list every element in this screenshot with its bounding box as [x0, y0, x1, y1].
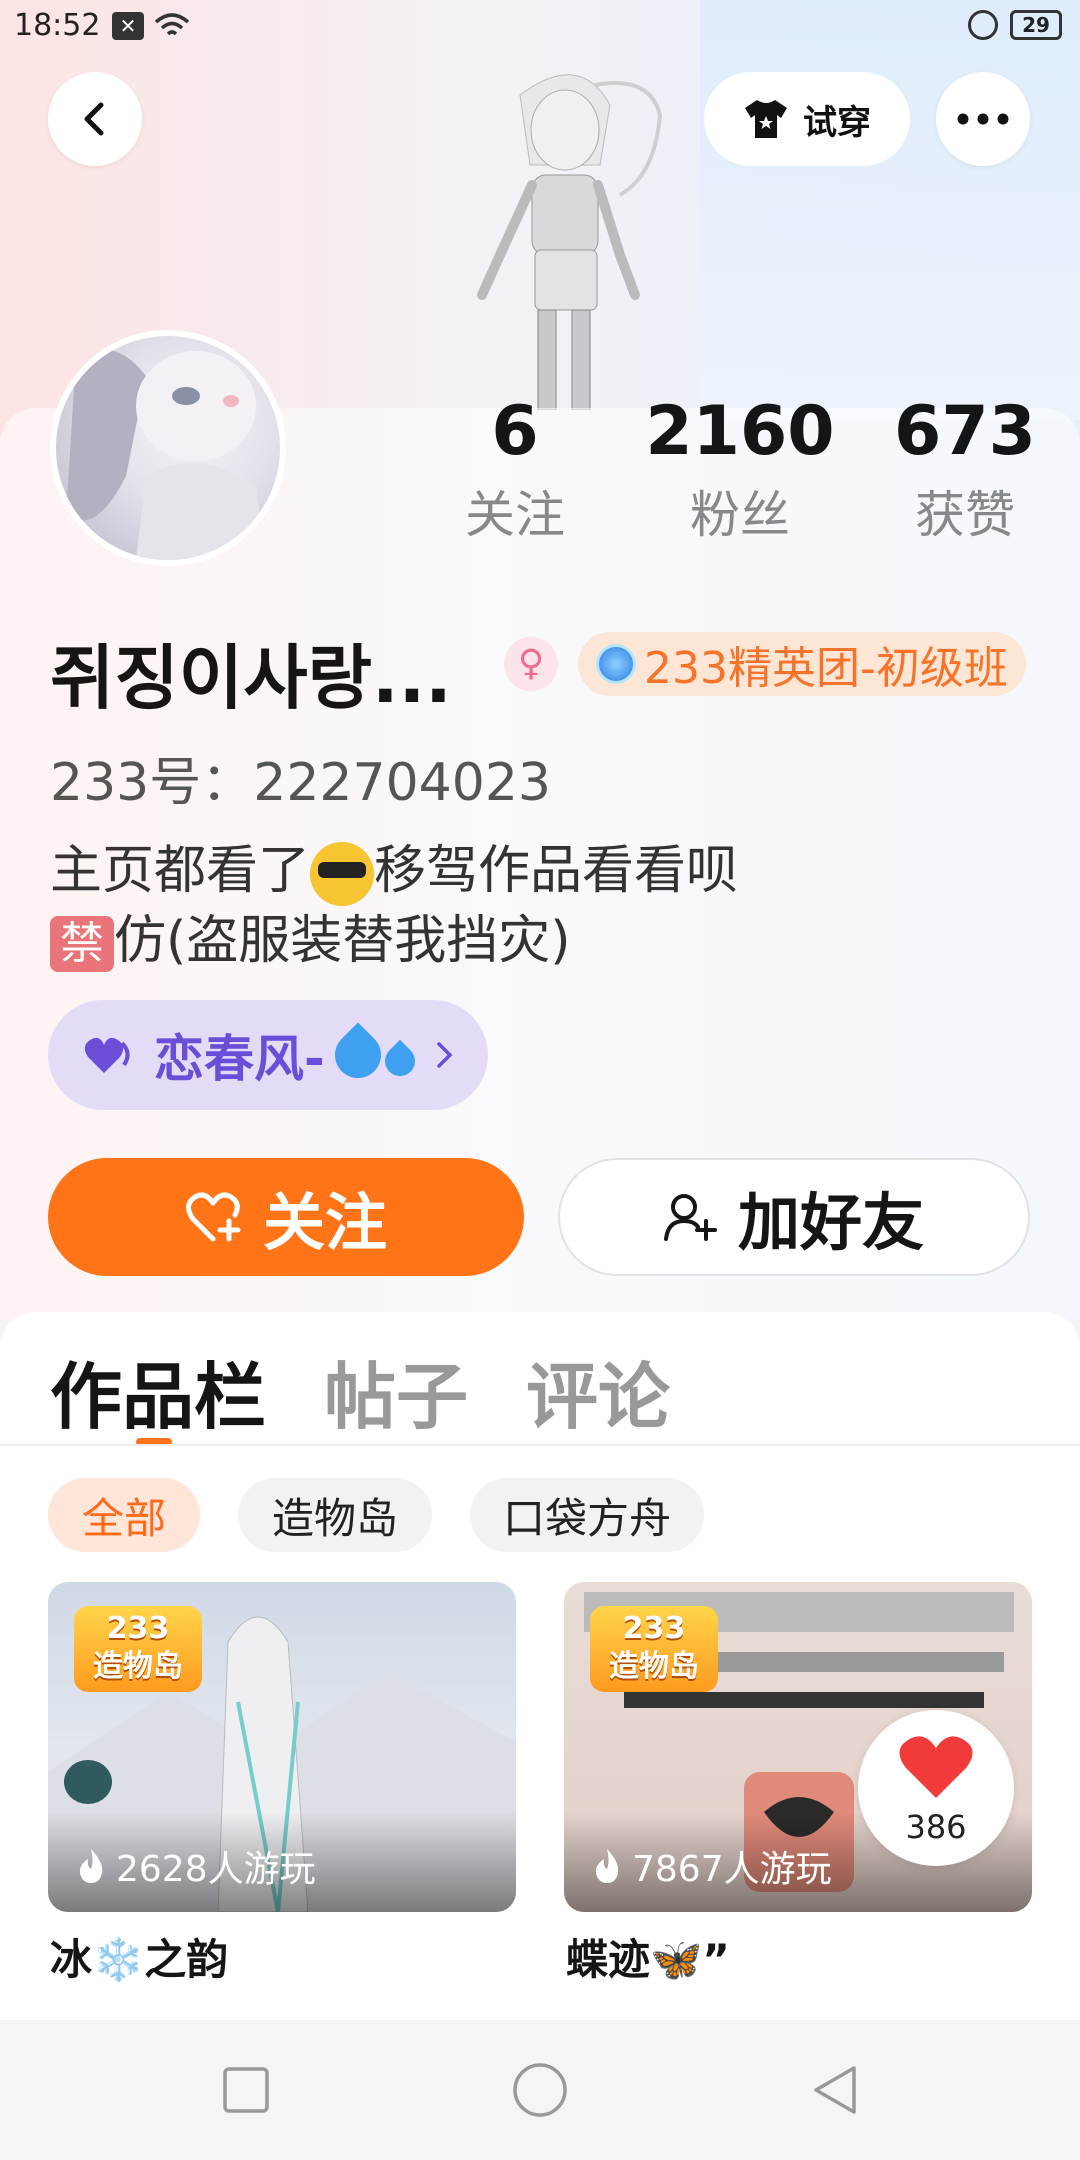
filter-pocket-ark[interactable]: 口袋方舟	[470, 1478, 704, 1552]
music-chip-label: 恋春风-	[154, 1030, 325, 1088]
like-count: 386	[905, 1808, 967, 1846]
music-chip[interactable]: 恋春风-	[48, 1000, 488, 1110]
heart-music-icon	[84, 1037, 130, 1073]
sunglasses-emoji-icon	[310, 842, 375, 906]
shirt-icon	[745, 100, 787, 138]
username: 쥐징이사랑...	[50, 637, 452, 719]
flame-icon	[595, 1849, 619, 1883]
stat-following[interactable]: 6 关注	[440, 392, 590, 544]
fans-label: 粉丝	[690, 486, 790, 544]
forbidden-emoji-icon: 禁	[50, 916, 114, 972]
tab-posts[interactable]: 帖子	[324, 1338, 468, 1443]
status-bar: 18:52 ✕ 29	[0, 0, 1080, 56]
gem-icon	[596, 644, 636, 684]
stat-fans[interactable]: 2160 粉丝	[640, 392, 840, 544]
user-id: 233号：222704023	[50, 753, 552, 813]
add-user-icon	[663, 1194, 717, 1241]
filter-creation-island[interactable]: 造物岛	[238, 1478, 432, 1552]
wifi-icon	[154, 13, 190, 36]
title-badge-label: 233精英团-初级班	[644, 643, 1008, 694]
status-time: 18:52	[14, 8, 101, 43]
tab-works[interactable]: 作品栏	[50, 1338, 266, 1443]
back-nav-button[interactable]	[810, 2064, 858, 2116]
status-right: 29	[968, 10, 1062, 40]
follow-button[interactable]: 关注	[48, 1158, 524, 1276]
add-friend-button[interactable]: 加好友	[558, 1158, 1030, 1276]
filter-all[interactable]: 全部	[48, 1478, 200, 1552]
following-count: 6	[491, 392, 539, 471]
try-on-button[interactable]: 试穿	[704, 72, 910, 166]
creation-island-logo: 233 造物岛	[590, 1606, 718, 1692]
system-navigation-bar	[0, 2020, 1080, 2160]
recent-apps-button[interactable]	[222, 2066, 270, 2114]
follow-label: 关注	[262, 1186, 387, 1259]
female-icon: ♀	[504, 637, 558, 691]
chevron-right-icon	[437, 1042, 453, 1068]
stat-likes: 673 获赞	[880, 392, 1050, 544]
avatar-character-image	[477, 74, 663, 410]
title-badge[interactable]: 233精英团-初级班	[578, 632, 1026, 696]
play-count-label: 2628人游玩	[116, 1849, 316, 1890]
bio-text-2: 仿(盗服装替我挡灾)	[114, 911, 571, 971]
sweat-drops-emoji-icon	[325, 1022, 421, 1088]
content-panel: 作品栏 帖子 评论 全部 造物岛 口袋方舟 233 造物岛 2628人游玩 冰❄️…	[0, 1312, 1080, 2020]
avatar-image	[66, 349, 266, 560]
add-friend-label: 加好友	[737, 1186, 924, 1259]
bio: 主页都看了 移驾作品看看呗 禁仿(盗服装替我挡灾)	[50, 836, 738, 976]
user-avatar[interactable]	[50, 330, 286, 566]
following-label: 关注	[465, 486, 565, 544]
notification-icon: ✕	[112, 12, 144, 40]
more-dots-icon	[957, 113, 1009, 125]
more-button[interactable]	[936, 72, 1030, 166]
flame-icon	[79, 1849, 103, 1883]
heart-plus-icon	[185, 1192, 241, 1242]
tab-divider	[0, 1444, 1080, 1446]
bio-text-1a: 主页都看了	[50, 841, 311, 901]
play-count-label: 7867人游玩	[632, 1849, 832, 1890]
try-on-label: 试穿	[803, 102, 871, 143]
home-button[interactable]	[512, 2062, 568, 2118]
back-button[interactable]	[48, 72, 142, 166]
bio-line-1: 主页都看了 移驾作品看看呗	[50, 836, 738, 906]
play-count: 2628人游玩	[76, 1840, 316, 1892]
play-count: 7867人游玩	[592, 1840, 832, 1892]
tab-comments[interactable]: 评论	[526, 1338, 670, 1443]
heart-icon	[899, 1736, 973, 1798]
like-button[interactable]: 386	[858, 1710, 1014, 1866]
fans-count: 2160	[645, 392, 835, 471]
battery-indicator: 29	[1010, 10, 1062, 40]
work-title[interactable]: 冰❄️之韵	[50, 1926, 228, 1987]
work-title[interactable]: 蝶迹🦋”	[566, 1926, 730, 1987]
rotation-lock-icon	[968, 10, 998, 40]
likes-label: 获赞	[915, 486, 1015, 544]
header-background-tint	[700, 0, 1080, 420]
bio-text-1b: 移驾作品看看呗	[374, 841, 739, 901]
work-card[interactable]: 233 造物岛 2628人游玩	[48, 1582, 516, 1912]
creation-island-logo: 233 造物岛	[74, 1606, 202, 1692]
status-icons: ✕	[112, 12, 190, 40]
chevron-left-icon	[84, 102, 104, 136]
likes-count: 673	[894, 392, 1036, 471]
bio-line-2: 禁仿(盗服装替我挡灾)	[50, 906, 738, 976]
